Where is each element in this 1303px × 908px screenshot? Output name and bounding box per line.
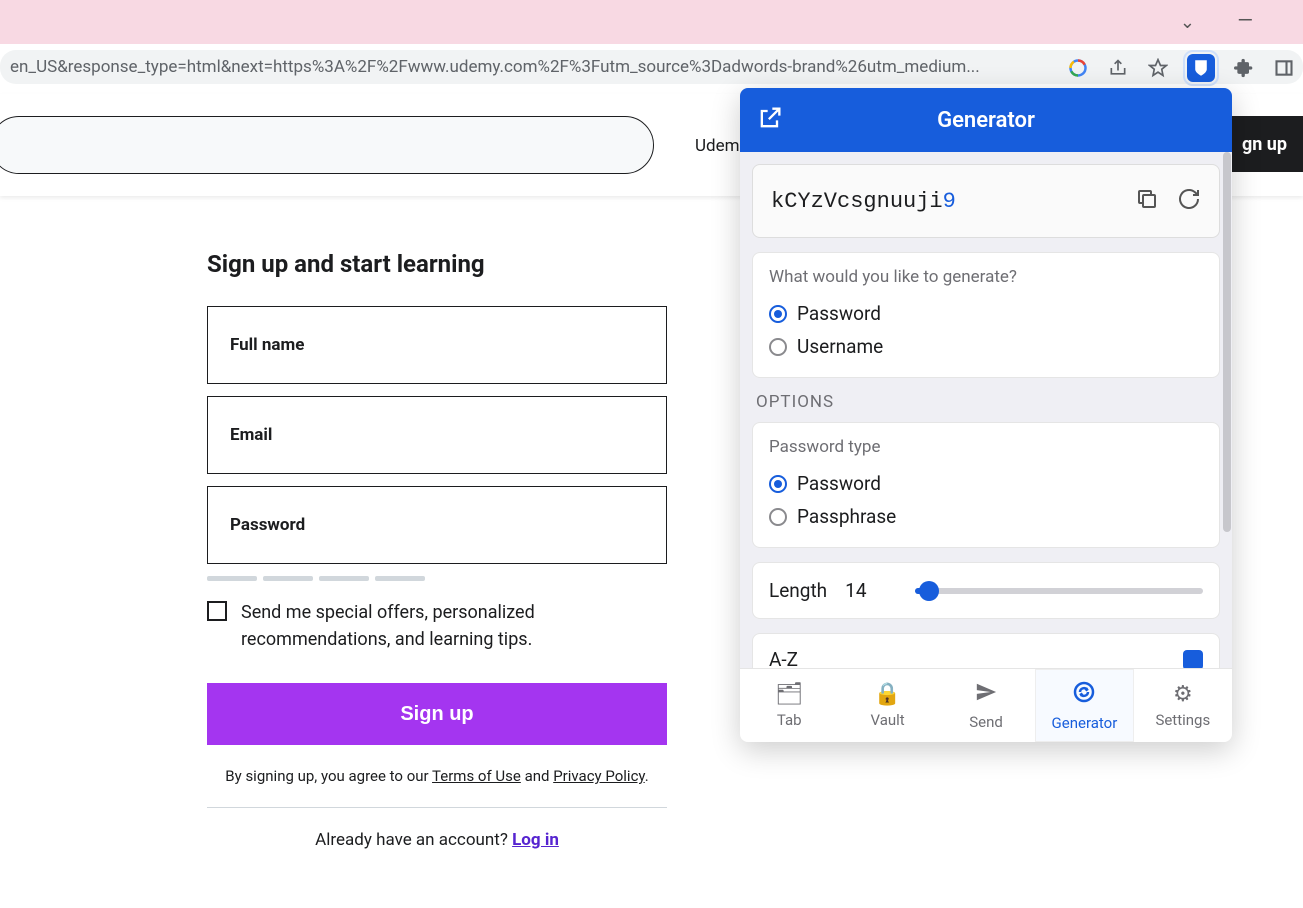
nav-settings[interactable]: ⚙Settings [1134, 669, 1232, 742]
password-type-card: Password type Password Passphrase [752, 422, 1220, 548]
login-prompt: Already have an account? Log in [207, 830, 667, 850]
minimize-icon[interactable]: — [1237, 8, 1253, 32]
radio-icon [769, 305, 787, 323]
generate-type-card: What would you like to generate? Passwor… [752, 252, 1220, 378]
signup-form: Sign up and start learning Full name Ema… [207, 250, 667, 850]
radio-icon [769, 475, 787, 493]
radio-pw-password[interactable]: Password [769, 467, 1203, 500]
generated-password: kCYzVcsgnuuji9 [771, 189, 956, 214]
generate-type-label: What would you like to generate? [769, 267, 1203, 287]
offers-checkbox[interactable] [207, 601, 227, 621]
popup-nav: 🗂Tab 🔒Vault Send Generator ⚙Settings [740, 668, 1232, 742]
checkbox-checked-icon[interactable] [1183, 650, 1203, 669]
scrollbar[interactable] [1222, 152, 1232, 668]
udemy-business-link[interactable]: Udem [695, 136, 740, 156]
nav-send[interactable]: Send [937, 669, 1035, 742]
privacy-policy-link[interactable]: Privacy Policy [553, 767, 645, 785]
radio-icon [769, 508, 787, 526]
length-slider[interactable] [915, 588, 1203, 594]
popup-title: Generator [937, 108, 1035, 133]
signup-title: Sign up and start learning [207, 250, 667, 278]
terms-text: By signing up, you agree to our Terms of… [207, 767, 667, 808]
panel-icon[interactable] [1273, 57, 1295, 79]
password-field[interactable]: Password [207, 486, 667, 564]
offers-label: Send me special offers, personalized rec… [241, 599, 667, 653]
popup-header: Generator [740, 88, 1232, 152]
url-text: en_US&response_type=html&next=https%3A%2… [10, 57, 980, 77]
bitwarden-popup: Generator kCYzVcsgnuuji9 What would you … [740, 88, 1232, 742]
nav-vault[interactable]: 🔒Vault [838, 669, 936, 742]
radio-icon [769, 338, 787, 356]
length-value: 14 [845, 579, 866, 602]
titlebar-pink: ⌄ — [0, 0, 1303, 44]
length-card: Length 14 [752, 562, 1220, 619]
fullname-field[interactable]: Full name [207, 306, 667, 384]
options-label: OPTIONS [756, 392, 1216, 412]
header-signup-button[interactable]: gn up [1226, 116, 1303, 172]
email-field[interactable]: Email [207, 396, 667, 474]
lock-icon: 🔒 [874, 682, 901, 707]
offers-checkbox-row: Send me special offers, personalized rec… [207, 599, 667, 653]
star-icon[interactable] [1147, 57, 1169, 79]
length-label: Length [769, 579, 827, 602]
signup-button[interactable]: Sign up [207, 683, 667, 745]
search-input[interactable] [0, 116, 654, 174]
slider-thumb[interactable] [919, 581, 939, 601]
radio-pw-passphrase[interactable]: Passphrase [769, 500, 1203, 533]
google-icon[interactable] [1067, 57, 1089, 79]
az-label: A-Z [769, 648, 798, 668]
toolbar-icons [1067, 54, 1295, 82]
generated-password-card: kCYzVcsgnuuji9 [752, 164, 1220, 238]
scrollbar-thumb[interactable] [1223, 152, 1231, 532]
gear-icon: ⚙ [1173, 682, 1193, 707]
bitwarden-extension-icon[interactable] [1187, 54, 1215, 82]
password-strength [207, 576, 667, 581]
folder-icon: 🗂 [775, 682, 803, 707]
radio-password[interactable]: Password [769, 297, 1203, 330]
popup-body: kCYzVcsgnuuji9 What would you like to ge… [740, 152, 1232, 668]
share-icon[interactable] [1107, 57, 1129, 79]
refresh-icon [1072, 680, 1096, 710]
nav-tab[interactable]: 🗂Tab [740, 669, 838, 742]
login-link[interactable]: Log in [512, 830, 559, 850]
copy-icon[interactable] [1135, 187, 1159, 215]
popout-icon[interactable] [756, 104, 784, 138]
chevron-down-icon[interactable]: ⌄ [1180, 12, 1195, 33]
send-icon [975, 681, 997, 709]
regenerate-icon[interactable] [1177, 187, 1201, 215]
terms-of-use-link[interactable]: Terms of Use [432, 767, 521, 785]
password-type-label: Password type [769, 437, 1203, 457]
nav-generator[interactable]: Generator [1035, 669, 1133, 742]
radio-username[interactable]: Username [769, 330, 1203, 363]
extensions-icon[interactable] [1233, 57, 1255, 79]
uppercase-option[interactable]: A-Z [752, 633, 1220, 668]
